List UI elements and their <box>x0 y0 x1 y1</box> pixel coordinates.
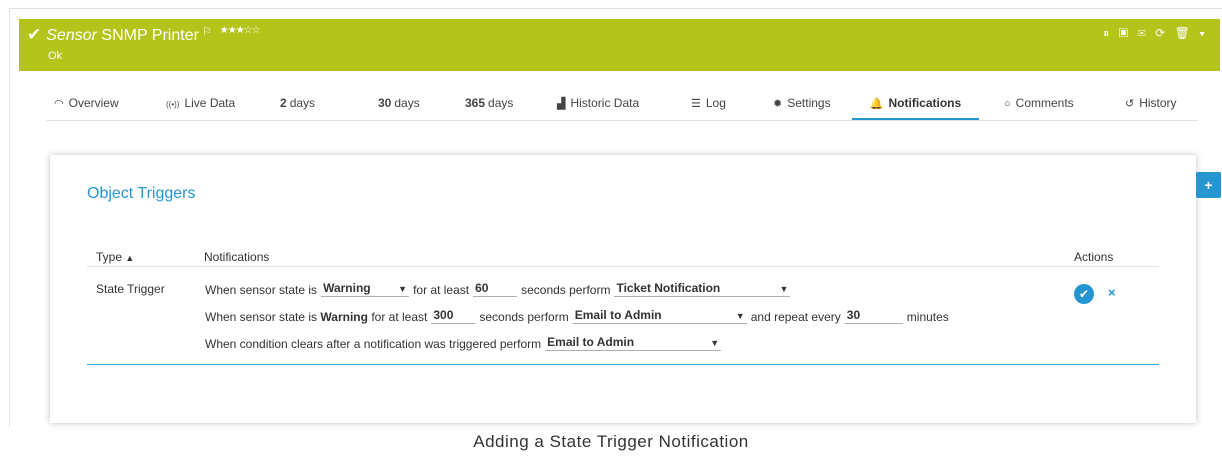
state-select[interactable]: Warning ▼ <box>321 281 410 297</box>
dropdown-arrow-icon: ▼ <box>779 284 789 294</box>
tab-label: Live Data <box>184 96 236 110</box>
tab-label: Notifications <box>888 96 962 110</box>
text: When condition clears after a notificati… <box>205 337 542 351</box>
gear-icon: ✹ <box>773 98 783 110</box>
comment-icon: ○ <box>1004 98 1011 110</box>
live-signal-icon: ((•)) <box>166 100 180 109</box>
text: When sensor state is <box>205 310 318 324</box>
trigger-line-2: When sensor state is Warning for at leas… <box>205 308 949 324</box>
text: seconds perform <box>521 283 611 297</box>
sensor-status: Ok <box>48 50 63 62</box>
tab-365-days[interactable]: 365 days <box>465 88 513 118</box>
action-select[interactable]: Email to Admin ▼ <box>545 335 722 351</box>
trigger-type: State Trigger <box>96 282 165 296</box>
tab-settings[interactable]: ✹ Settings <box>773 88 831 118</box>
priority-stars[interactable]: ★★★☆☆ <box>220 25 261 36</box>
state-value: Warning <box>320 310 368 324</box>
column-actions: Actions <box>1074 250 1114 264</box>
text: seconds perform <box>479 310 569 324</box>
tab-log[interactable]: ☰ Log <box>691 88 726 118</box>
trigger-line-1: When sensor state is Warning ▼ for at lea… <box>205 281 794 297</box>
list-icon: ☰ <box>691 98 701 110</box>
bell-icon: 🔔 <box>869 98 884 110</box>
column-type[interactable]: Type ▲ <box>96 250 134 264</box>
dropdown-arrow-icon: ▼ <box>735 311 745 321</box>
text: for at least <box>413 283 470 297</box>
text: minutes <box>906 310 949 324</box>
save-check-icon[interactable]: ✔ <box>1074 284 1094 304</box>
tab-label: Log <box>705 96 726 110</box>
tab-2-days[interactable]: 2 days <box>280 88 315 118</box>
gauge-icon: ◠ <box>54 98 64 110</box>
tab-label: History <box>1139 96 1177 110</box>
text: and repeat every <box>750 310 841 324</box>
dropdown-arrow-icon: ▼ <box>710 338 720 348</box>
tab-bar: ◠ Overview ((•)) Live Data 2 days 30 days 36… <box>46 88 1198 121</box>
column-notifications: Notifications <box>204 250 270 264</box>
tab-historic-data[interactable]: ▟ Historic Data <box>557 88 639 118</box>
tab-label: days <box>289 96 316 110</box>
seconds-input[interactable]: 300 <box>431 308 476 324</box>
tab-history[interactable]: ↺ History <box>1125 88 1177 118</box>
repeat-input[interactable]: 30 <box>844 308 903 324</box>
tab-number: 365 <box>465 96 486 110</box>
header-divider <box>87 266 1159 267</box>
tab-overview[interactable]: ◠ Overview <box>54 88 119 118</box>
select-value: Ticket Notification <box>616 281 721 295</box>
tab-30-days[interactable]: 30 days <box>378 88 420 118</box>
select-value: Email to Admin <box>574 308 662 322</box>
tab-live-data[interactable]: ((•)) Live Data <box>166 88 235 118</box>
tab-label: Historic Data <box>570 96 640 110</box>
tab-label: Overview <box>68 96 119 110</box>
trigger-line-3: When condition clears after a notificati… <box>205 335 725 351</box>
row-divider <box>87 364 1159 365</box>
select-value: Warning <box>323 281 371 295</box>
action-select[interactable]: Email to Admin ▼ <box>572 308 747 324</box>
tab-number: 30 <box>378 96 392 110</box>
sensor-header: ✔ Sensor SNMP Printer ⚐ ★★★☆☆ Ok ⏸ ▣ ✉ ⟳ 🗑 … <box>19 19 1220 71</box>
delete-x-icon[interactable]: × <box>1108 285 1116 300</box>
tab-number: 2 <box>280 96 287 110</box>
image-caption: Adding a State Trigger Notification <box>473 432 749 451</box>
add-plus-icon[interactable]: + <box>1196 172 1221 198</box>
panel-title: Object Triggers <box>87 185 196 202</box>
text: When sensor state is <box>205 283 318 297</box>
area-chart-icon: ▟ <box>557 98 566 110</box>
dropdown-arrow-icon: ▼ <box>398 284 408 294</box>
tab-comments[interactable]: ○ Comments <box>1004 88 1074 118</box>
text: for at least <box>371 310 428 324</box>
column-label: Type <box>96 250 123 264</box>
flag-icon[interactable]: ⚐ <box>202 26 212 38</box>
select-value: Email to Admin <box>547 335 635 349</box>
sort-asc-icon: ▲ <box>125 253 135 263</box>
tab-label: days <box>394 96 420 110</box>
sensor-name: SNMP Printer <box>101 27 199 44</box>
ok-check-icon: ✔ <box>27 25 42 44</box>
tab-notifications[interactable]: 🔔 Notifications <box>852 88 979 120</box>
object-triggers-panel: Object Triggers Type ▲ Notifications Act… <box>50 155 1196 423</box>
history-icon: ↺ <box>1125 98 1135 110</box>
tab-label: Comments <box>1015 96 1074 110</box>
tab-label: days <box>488 96 514 110</box>
action-select[interactable]: Ticket Notification ▼ <box>614 281 791 297</box>
sensor-kind: Sensor <box>46 27 97 44</box>
sensor-title: ✔ Sensor SNMP Printer ⚐ ★★★☆☆ <box>27 25 261 45</box>
seconds-input[interactable]: 60 <box>473 281 518 297</box>
toolbar-icons[interactable]: ⏸ ▣ ✉ ⟳ 🗑 ▾ <box>1103 26 1208 41</box>
tab-label: Settings <box>787 96 831 110</box>
